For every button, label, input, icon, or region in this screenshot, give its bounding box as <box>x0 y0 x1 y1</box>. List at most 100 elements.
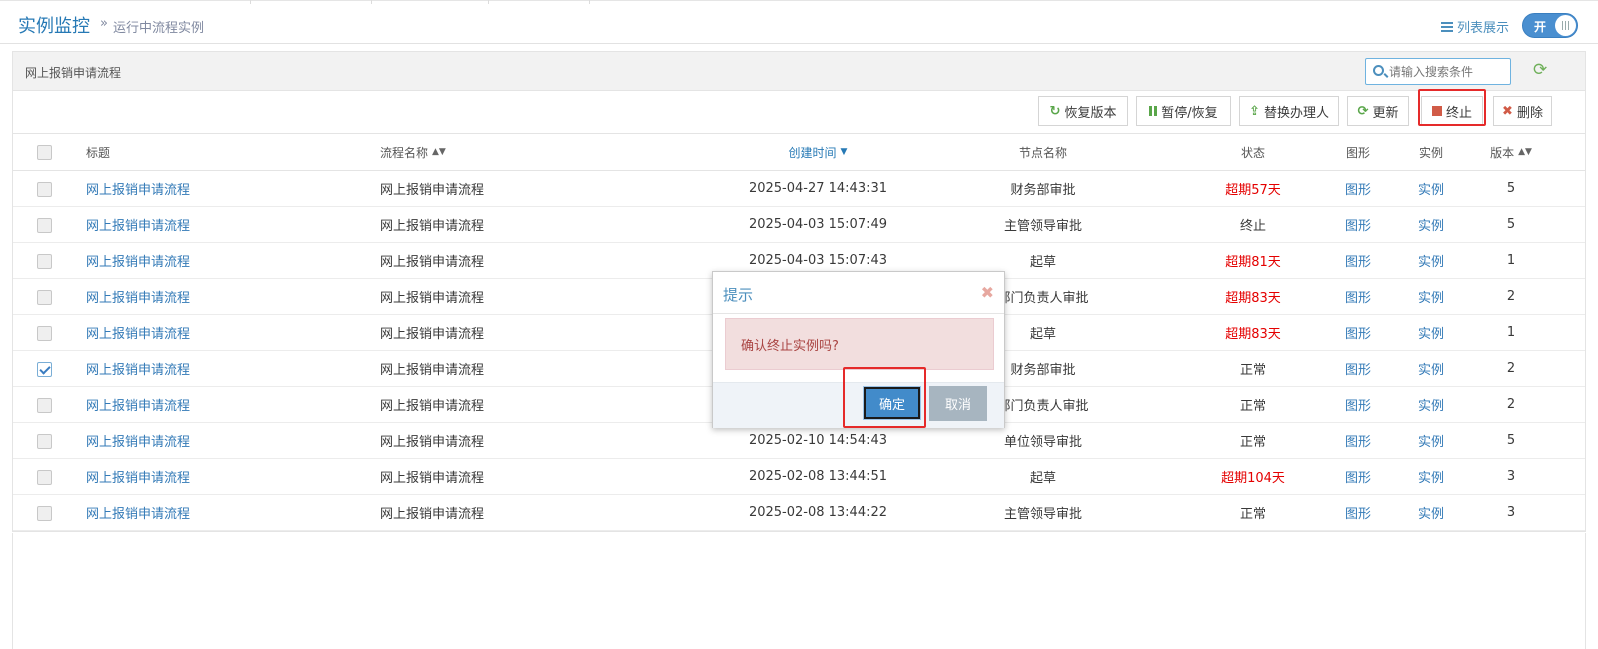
row-graph-link[interactable]: 图形 <box>1328 387 1388 422</box>
row-graph-link[interactable]: 图形 <box>1328 459 1388 494</box>
header-graph: 图形 <box>1345 145 1370 160</box>
row-version: 1 <box>1506 253 1516 268</box>
row-instance-link[interactable]: 实例 <box>1401 243 1461 278</box>
row-instance-link[interactable]: 实例 <box>1401 279 1461 314</box>
row-graph-link[interactable]: 图形 <box>1328 495 1388 530</box>
select-all-checkbox[interactable] <box>37 145 52 160</box>
row-checkbox[interactable] <box>37 218 52 233</box>
list-view-label: 列表展示 <box>1457 21 1510 36</box>
row-graph-link[interactable]: 图形 <box>1328 243 1388 278</box>
row-graph-link[interactable]: 图形 <box>1328 423 1388 458</box>
panel-heading: 网上报销申请流程 ⟳ <box>12 51 1586 91</box>
row-instance-link[interactable]: 实例 <box>1401 387 1461 422</box>
row-title-link[interactable]: 网上报销申请流程 <box>86 459 190 494</box>
row-version: 5 <box>1506 181 1516 196</box>
row-process-name: 网上报销申请流程 <box>380 507 485 522</box>
search-input[interactable] <box>1389 62 1507 82</box>
row-checkbox[interactable] <box>37 290 52 305</box>
row-title-link[interactable]: 网上报销申请流程 <box>86 171 190 206</box>
page-header: 实例监控 » 运行中流程实例 列表展示 开 <box>0 0 1598 44</box>
row-status: 终止 <box>1239 219 1266 234</box>
row-checkbox[interactable] <box>37 506 52 521</box>
header-node-name: 节点名称 <box>1018 145 1067 160</box>
list-view-link[interactable]: 列表展示 <box>1441 17 1509 36</box>
row-title-link[interactable]: 网上报销申请流程 <box>86 351 190 386</box>
row-process-name: 网上报销申请流程 <box>380 219 485 234</box>
row-instance-link[interactable]: 实例 <box>1401 315 1461 350</box>
row-version: 5 <box>1506 217 1516 232</box>
table-row: 网上报销申请流程 网上报销申请流程 2025-04-03 15:07:49 主管领导审… <box>13 207 1585 243</box>
top-divider <box>0 0 1598 4</box>
row-checkbox[interactable] <box>37 362 52 377</box>
page-title: 实例监控 <box>18 16 90 37</box>
pause-resume-button[interactable]: 暂停/恢复 <box>1136 96 1231 126</box>
row-status: 超期104天 <box>1221 471 1285 486</box>
dialog-header: 提示 ✖ <box>713 272 1004 314</box>
share-icon: ⇪ <box>1249 103 1260 119</box>
row-created-time: 2025-02-08 13:44:22 <box>748 505 888 520</box>
refresh-icon[interactable]: ⟳ <box>1533 61 1551 79</box>
restore-version-label: 恢复版本 <box>1064 105 1117 121</box>
row-title-link[interactable]: 网上报销申请流程 <box>86 495 190 530</box>
replace-handler-button[interactable]: ⇪ 替换办理人 <box>1239 96 1339 126</box>
replace-handler-label: 替换办理人 <box>1263 105 1329 121</box>
row-process-name: 网上报销申请流程 <box>380 471 485 486</box>
update-label: 更新 <box>1372 105 1399 121</box>
row-title-link[interactable]: 网上报销申请流程 <box>86 207 190 242</box>
row-node-name: 主管领导审批 <box>1003 507 1082 522</box>
row-status: 正常 <box>1239 507 1266 522</box>
row-checkbox[interactable] <box>37 182 52 197</box>
row-instance-link[interactable]: 实例 <box>1401 351 1461 386</box>
row-instance-link[interactable]: 实例 <box>1401 459 1461 494</box>
row-version: 5 <box>1506 433 1516 448</box>
sort-icon: ▲▼ <box>432 147 446 157</box>
list-view-toggle[interactable]: 开 <box>1522 13 1578 38</box>
row-process-name: 网上报销申请流程 <box>380 183 485 198</box>
toggle-label: 开 <box>1534 20 1547 34</box>
row-checkbox[interactable] <box>37 434 52 449</box>
row-instance-link[interactable]: 实例 <box>1401 207 1461 242</box>
row-version: 2 <box>1506 361 1516 376</box>
cancel-button[interactable]: 取消 <box>929 386 987 421</box>
row-title-link[interactable]: 网上报销申请流程 <box>86 315 190 350</box>
table-empty-area <box>12 533 1586 649</box>
header-created-label: 创建时间 <box>788 145 837 160</box>
tab-divider <box>371 0 372 4</box>
row-status: 超期81天 <box>1225 255 1281 270</box>
row-status: 超期83天 <box>1225 291 1281 306</box>
row-graph-link[interactable]: 图形 <box>1328 351 1388 386</box>
row-created-time: 2025-04-27 14:43:31 <box>748 181 888 196</box>
row-version: 3 <box>1506 505 1516 520</box>
row-instance-link[interactable]: 实例 <box>1401 423 1461 458</box>
row-graph-link[interactable]: 图形 <box>1328 207 1388 242</box>
row-checkbox[interactable] <box>37 254 52 269</box>
table-row: 网上报销申请流程 网上报销申请流程 2025-02-10 14:54:43 单位领导审… <box>13 423 1585 459</box>
header-version[interactable]: 版本 ▲▼ <box>1473 134 1549 170</box>
row-instance-link[interactable]: 实例 <box>1401 171 1461 206</box>
search-box <box>1365 58 1511 85</box>
row-graph-link[interactable]: 图形 <box>1328 279 1388 314</box>
update-button[interactable]: ⟳ 更新 <box>1347 96 1409 126</box>
row-checkbox[interactable] <box>37 470 52 485</box>
toggle-knob-icon <box>1555 15 1576 36</box>
row-instance-link[interactable]: 实例 <box>1401 495 1461 530</box>
row-checkbox[interactable] <box>37 326 52 341</box>
row-created-time: 2025-02-08 13:44:51 <box>748 469 888 484</box>
row-graph-link[interactable]: 图形 <box>1328 315 1388 350</box>
delete-button[interactable]: ✖ 删除 <box>1493 96 1552 126</box>
sort-desc-icon: ▼ <box>840 147 848 157</box>
header-process-name[interactable]: 流程名称 ▲▼ <box>380 134 446 170</box>
row-title-link[interactable]: 网上报销申请流程 <box>86 279 190 314</box>
row-version: 2 <box>1506 397 1516 412</box>
row-title-link[interactable]: 网上报销申请流程 <box>86 243 190 278</box>
row-node-name: 主管领导审批 <box>1003 219 1082 234</box>
header-created-time[interactable]: 创建时间 ▼ <box>713 134 923 170</box>
row-checkbox[interactable] <box>37 398 52 413</box>
row-title-link[interactable]: 网上报销申请流程 <box>86 387 190 422</box>
restore-version-button[interactable]: ↻ 恢复版本 <box>1038 96 1128 126</box>
row-created-time: 2025-04-03 15:07:49 <box>748 217 888 232</box>
table-header: 标题 流程名称 ▲▼ 创建时间 ▼ 节点名称 状态 图形 实例 版本 ▲▼ <box>13 134 1585 171</box>
close-icon[interactable]: ✖ <box>981 283 994 302</box>
row-title-link[interactable]: 网上报销申请流程 <box>86 423 190 458</box>
row-graph-link[interactable]: 图形 <box>1328 171 1388 206</box>
